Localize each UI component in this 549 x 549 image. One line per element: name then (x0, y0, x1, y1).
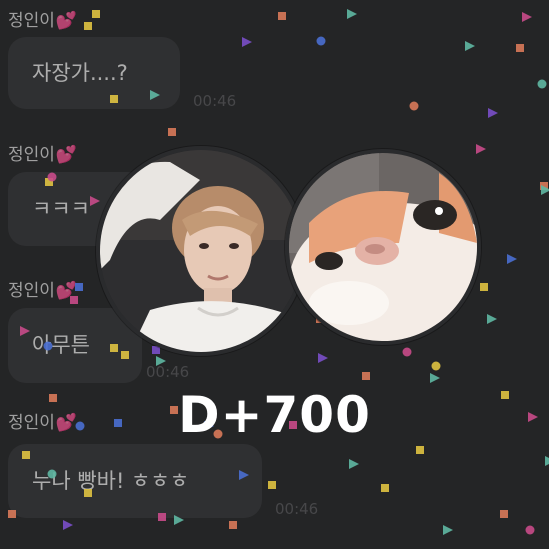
confetti-square (229, 521, 237, 529)
confetti-dot (409, 101, 419, 111)
confetti-triangle (242, 37, 252, 47)
confetti-dot (43, 341, 53, 351)
confetti-triangle (476, 144, 486, 154)
confetti-square (278, 12, 286, 20)
confetti-square (381, 484, 389, 492)
confetti-square (480, 283, 488, 291)
cat-photo-icon (289, 153, 477, 341)
confetti-square (92, 10, 100, 18)
confetti-dot (537, 79, 547, 89)
confetti-triangle (522, 12, 532, 22)
confetti-triangle (443, 525, 453, 535)
confetti-square (84, 489, 92, 497)
confetti-dot (47, 172, 57, 182)
confetti-triangle (156, 356, 166, 366)
confetti-square (121, 351, 129, 359)
confetti-square (75, 283, 83, 291)
confetti-square (416, 446, 424, 454)
confetti-dot (47, 469, 57, 479)
confetti-square (8, 510, 16, 518)
confetti-square (70, 296, 78, 304)
cat-avatar[interactable] (285, 149, 481, 345)
confetti-triangle (150, 90, 160, 100)
confetti-square (168, 128, 176, 136)
confetti-triangle (465, 41, 475, 51)
confetti-dot (402, 347, 412, 357)
confetti-dot (431, 361, 441, 371)
chat-screen: 정인이💕 자장가....? 00:46 정인이💕 ㅋㅋㅋ 정인이💕 아무튼 00… (0, 0, 549, 549)
confetti-square (110, 95, 118, 103)
confetti-triangle (239, 470, 249, 480)
person-avatar[interactable] (96, 146, 306, 356)
confetti-square (84, 22, 92, 30)
confetti-triangle (90, 196, 100, 206)
confetti-triangle (507, 254, 517, 264)
confetti-square (22, 451, 30, 459)
confetti-triangle (349, 459, 359, 469)
confetti-triangle (545, 456, 549, 466)
confetti-square (268, 481, 276, 489)
confetti-triangle (63, 520, 73, 530)
person-photo-icon (100, 150, 302, 352)
confetti-triangle (318, 353, 328, 363)
confetti-triangle (487, 314, 497, 324)
confetti-dot (525, 525, 535, 535)
confetti-square (362, 372, 370, 380)
confetti-square (110, 344, 118, 352)
confetti-square (158, 513, 166, 521)
confetti-triangle (174, 515, 184, 525)
confetti-square (500, 510, 508, 518)
confetti-dot (316, 36, 326, 46)
confetti-square (516, 44, 524, 52)
confetti-triangle (20, 326, 30, 336)
dday-counter: D+700 (178, 386, 371, 444)
confetti-triangle (347, 9, 357, 19)
confetti-triangle (488, 108, 498, 118)
confetti-triangle (430, 373, 440, 383)
